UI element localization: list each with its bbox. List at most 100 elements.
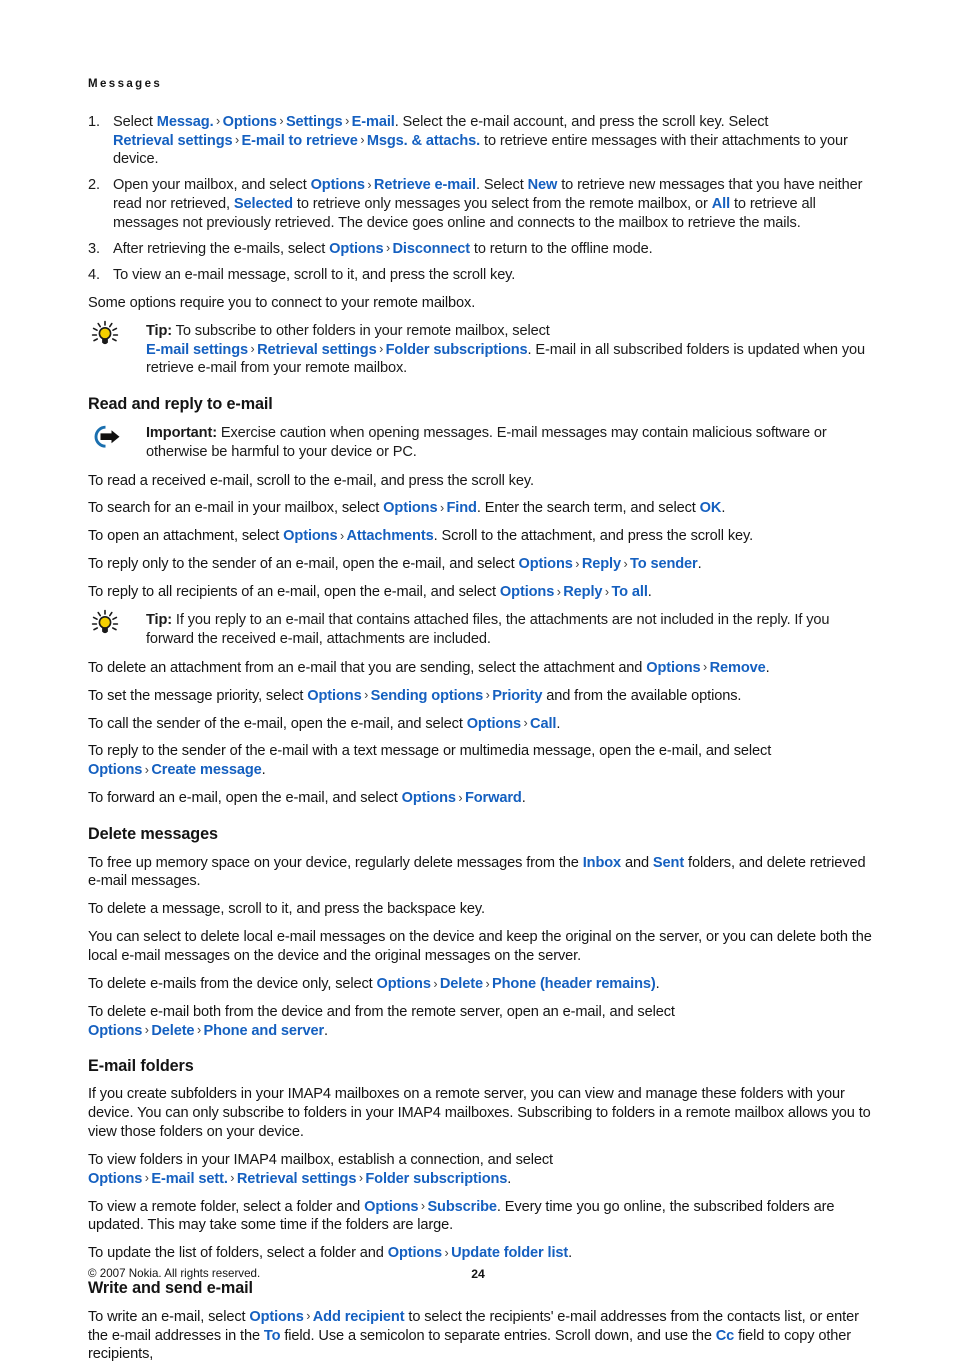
chevron-right-icon: ›: [433, 976, 438, 991]
inline-ui-term: Inbox: [582, 854, 622, 871]
step-number: 3.: [88, 240, 100, 257]
chevron-right-icon: ›: [703, 660, 708, 675]
running-head: Messages: [88, 78, 163, 90]
inline-ui-term: Retrieve e-mail: [373, 177, 476, 194]
chevron-right-icon: ›: [144, 1023, 149, 1038]
paragraph: You can select to delete local e-mail me…: [88, 929, 872, 965]
chevron-right-icon: ›: [235, 133, 240, 148]
chevron-right-icon: ›: [523, 716, 528, 731]
inline-ui-term: Update folder list: [451, 1245, 569, 1262]
inline-ui-term: Retrieval settings: [113, 132, 233, 149]
inline-ui-term: New: [527, 177, 558, 194]
chevron-right-icon: ›: [144, 1171, 149, 1186]
chevron-right-icon: ›: [358, 1171, 363, 1186]
step-item: 1. Select Messag. › Options › Settings › E-mail…: [88, 113, 880, 170]
inline-ui-term: All: [711, 196, 731, 213]
inline-ui-term: Retrieval settings: [257, 341, 377, 358]
inline-ui-term: Attachments: [346, 528, 434, 545]
inline-ui-term: Reply: [563, 584, 603, 601]
inline-ui-term: Msgs. & attachs.: [366, 132, 481, 149]
tip-note-subscribe: Tip: To subscribe to other folders in yo…: [88, 320, 880, 379]
write-send-paragraphs: To write an e-mail, select Options › Add r…: [88, 1308, 880, 1364]
chevron-right-icon: ›: [216, 114, 221, 129]
delete-messages-paragraphs: To free up memory space on your device, …: [88, 854, 880, 1041]
inline-ui-term: Delete: [151, 1022, 195, 1039]
paragraph: To write an e-mail, select Options › Add r…: [88, 1308, 859, 1363]
paragraph: To free up memory space on your device, …: [88, 854, 866, 890]
inline-ui-term: Cc: [715, 1327, 735, 1344]
paragraph: To reply to all recipients of an e-mail,…: [88, 584, 652, 601]
chevron-right-icon: ›: [250, 342, 255, 357]
inline-ui-term: Folder subscriptions: [385, 341, 528, 358]
note-label: Tip:: [146, 612, 172, 628]
inline-ui-term: Priority: [492, 687, 543, 704]
note-label: Important:: [146, 424, 217, 441]
step-item: 3. After retrieving the e-mails, select O…: [88, 240, 880, 259]
paragraph: To view folders in your IMAP4 mailbox, e…: [88, 1151, 553, 1187]
paragraph: To delete e-mails from the device only, …: [88, 976, 660, 993]
chevron-right-icon: ›: [439, 500, 445, 515]
chevron-right-icon: ›: [485, 688, 490, 703]
paragraph: To delete a message, scroll to it, and p…: [88, 901, 485, 918]
inline-ui-term: E-mail: [351, 113, 395, 130]
chevron-right-icon: ›: [345, 114, 350, 129]
inline-ui-term: Options: [518, 556, 573, 573]
page-number: 24: [471, 1267, 485, 1281]
inline-ui-term: Options: [310, 177, 365, 194]
step-text: To view an e-mail message, scroll to it,…: [113, 266, 516, 283]
step-item: 2. Open your mailbox, and select Options ›…: [88, 176, 880, 233]
inline-ui-term: Options: [249, 1308, 304, 1325]
email-folders-paragraphs: If you create subfolders in your IMAP4 m…: [88, 1085, 880, 1263]
inline-ui-term: Delete: [439, 976, 483, 993]
inline-ui-term: Folder subscriptions: [365, 1170, 508, 1187]
paragraph: To reply to the sender of the e-mail wit…: [88, 743, 772, 779]
lightbulb-icon: [88, 320, 146, 349]
paragraph: To forward an e-mail, open the e-mail, a…: [88, 790, 526, 807]
inline-ui-term: Options: [307, 687, 362, 704]
inline-ui-term: Options: [283, 528, 338, 545]
inline-ui-term: Forward: [464, 790, 522, 807]
inline-ui-term: Options: [466, 715, 521, 732]
inline-ui-term: Options: [387, 1245, 443, 1262]
numbered-steps-list: 1. Select Messag. › Options › Settings › E-mail…: [88, 113, 880, 285]
chevron-right-icon: ›: [339, 528, 345, 543]
paragraph-some-options: Some options require you to connect to y…: [88, 294, 476, 311]
inline-ui-term: Remove: [709, 659, 766, 676]
step-number: 1.: [88, 113, 100, 130]
important-arrow-icon: [88, 425, 146, 451]
tip-note-subscribe-text: Tip: To subscribe to other folders in yo…: [146, 322, 866, 377]
chevron-right-icon: ›: [306, 1309, 311, 1324]
step-text: After retrieving the e-mails, select Opt…: [113, 240, 653, 257]
paragraph: To call the sender of the e-mail, open t…: [88, 715, 561, 732]
paragraph: If you create subfolders in your IMAP4 m…: [88, 1086, 871, 1140]
chevron-right-icon: ›: [623, 556, 628, 571]
inline-ui-term: Find: [446, 500, 477, 517]
paragraph: To reply only to the sender of an e-mail…: [88, 556, 702, 573]
inline-ui-term: Selected: [233, 196, 293, 213]
paragraph: To set the message priority, select Opti…: [88, 687, 742, 704]
inline-ui-term: Create message: [151, 762, 262, 779]
paragraph: To read a received e-mail, scroll to the…: [88, 472, 534, 489]
inline-ui-term: Options: [88, 1022, 143, 1039]
chevron-right-icon: ›: [279, 114, 284, 129]
step-number: 4.: [88, 266, 100, 283]
read-reply-paragraphs: To read a received e-mail, scroll to the…: [88, 472, 880, 602]
inline-ui-term: Add recipient: [312, 1308, 405, 1325]
important-note-text: Important: Exercise caution when opening…: [146, 424, 827, 460]
inline-ui-term: Options: [646, 659, 701, 676]
inline-ui-term: Sending options: [370, 687, 484, 704]
inline-ui-term: Phone and server: [203, 1022, 325, 1039]
chevron-right-icon: ›: [604, 584, 609, 599]
inline-ui-term: To sender: [630, 556, 698, 573]
inline-ui-term: E-mail settings: [146, 341, 249, 358]
inline-ui-term: Reply: [581, 556, 621, 573]
page-footer: © 2007 Nokia. All rights reserved. 24: [88, 1267, 880, 1283]
inline-ui-term: Options: [88, 762, 143, 779]
important-note: Important: Exercise caution when opening…: [88, 424, 880, 462]
chevron-right-icon: ›: [458, 790, 463, 805]
paragraph: To open an attachment, select Options › At…: [88, 528, 754, 545]
step-number: 2.: [88, 177, 100, 194]
chevron-right-icon: ›: [367, 177, 372, 192]
chevron-right-icon: ›: [360, 133, 365, 148]
paragraph: To search for an e-mail in your mailbox,…: [88, 500, 726, 517]
